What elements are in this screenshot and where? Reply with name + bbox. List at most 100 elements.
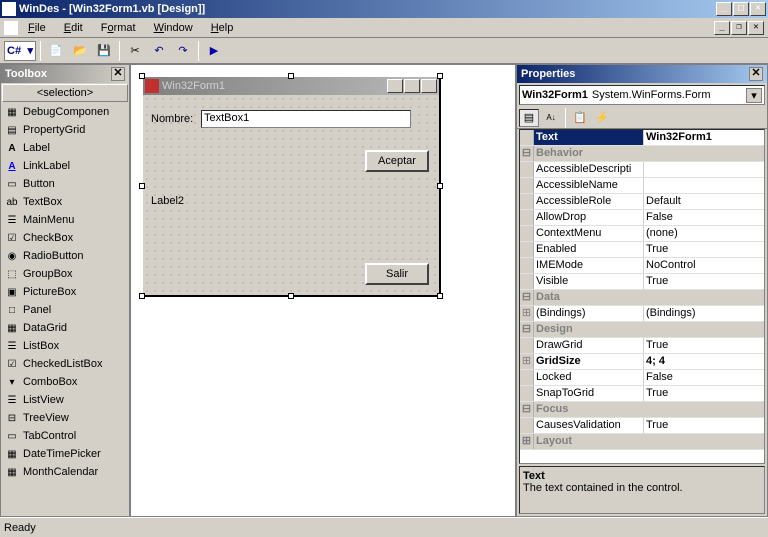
property-value[interactable]: True [644,338,764,353]
maximize-button[interactable]: □ [733,2,749,16]
property-row[interactable]: ⊟Behavior [520,146,764,162]
property-value[interactable]: True [644,242,764,257]
toolbox-item-groupbox[interactable]: ⬚GroupBox [1,265,129,283]
toolbox-item-treeview[interactable]: ⊟TreeView [1,409,129,427]
property-row[interactable]: ⊞GridSize4; 4 [520,354,764,370]
toolbox-item-radiobutton[interactable]: ◉RadioButton [1,247,129,265]
form-body[interactable]: Nombre: TextBox1 Aceptar Label2 Salir [143,95,439,295]
toolbox-item-tabcontrol[interactable]: ▭TabControl [1,427,129,445]
property-row[interactable]: IMEModeNoControl [520,258,764,274]
property-value[interactable]: False [644,370,764,385]
resize-handle[interactable] [288,293,294,299]
properties-close-button[interactable]: ✕ [749,67,763,81]
expand-toggle[interactable]: ⊞ [520,434,534,449]
toolbox-item-propertygrid[interactable]: ▤PropertyGrid [1,121,129,139]
toolbox-item-monthcalendar[interactable]: ▦MonthCalendar [1,463,129,481]
properties-button[interactable]: 📋 [570,109,590,127]
property-row[interactable]: AccessibleRoleDefault [520,194,764,210]
run-button[interactable]: ▶ [203,40,225,62]
property-value[interactable]: True [644,274,764,289]
minimize-button[interactable]: _ [716,2,732,16]
menu-format[interactable]: Format [93,20,144,36]
button-salir[interactable]: Salir [365,263,429,285]
property-row[interactable]: AccessibleName [520,178,764,194]
resize-handle[interactable] [437,73,443,79]
toolbox-item-checkedlistbox[interactable]: ☑CheckedListBox [1,355,129,373]
property-value[interactable]: True [644,418,764,433]
menu-file[interactable]: File [20,20,54,36]
resize-handle[interactable] [437,183,443,189]
menu-window[interactable]: Window [146,20,201,36]
property-row[interactable]: VisibleTrue [520,274,764,290]
property-value[interactable] [644,402,764,417]
property-value[interactable] [644,178,764,193]
form-minimize-button[interactable]: _ [387,79,403,93]
property-row[interactable]: ⊞Layout [520,434,764,450]
form-close-button[interactable]: ✕ [421,79,437,93]
menu-help[interactable]: Help [203,20,242,36]
toolbox-category[interactable]: <selection> [2,84,128,102]
property-row[interactable]: ⊟Design [520,322,764,338]
form-maximize-button[interactable]: □ [404,79,420,93]
close-button[interactable]: ✕ [750,2,766,16]
toolbox-item-checkbox[interactable]: ☑CheckBox [1,229,129,247]
toolbox-item-datetimepicker[interactable]: ▦DateTimePicker [1,445,129,463]
toolbox-item-picturebox[interactable]: ▣PictureBox [1,283,129,301]
property-row[interactable]: AllowDropFalse [520,210,764,226]
toolbox-item-button[interactable]: ▭Button [1,175,129,193]
property-value[interactable]: NoControl [644,258,764,273]
property-value[interactable]: Win32Form1 [644,130,764,145]
property-row[interactable]: DrawGridTrue [520,338,764,354]
property-row[interactable]: SnapToGridTrue [520,386,764,402]
property-value[interactable]: Default [644,194,764,209]
toolbox-item-label[interactable]: ALabel [1,139,129,157]
alphabetical-button[interactable]: A↓ [541,109,561,127]
property-row[interactable]: CausesValidationTrue [520,418,764,434]
textbox1[interactable]: TextBox1 [201,110,411,128]
language-dropdown[interactable]: C#▾ [4,41,36,61]
redo-button[interactable]: ↷ [172,40,194,62]
label2[interactable]: Label2 [151,195,184,207]
resize-handle[interactable] [139,293,145,299]
new-button[interactable]: 📄 [45,40,67,62]
toolbox-item-datagrid[interactable]: ▦DataGrid [1,319,129,337]
resize-handle[interactable] [139,183,145,189]
property-row[interactable]: AccessibleDescripti [520,162,764,178]
toolbox-item-combobox[interactable]: ▾ComboBox [1,373,129,391]
undo-button[interactable]: ↶ [148,40,170,62]
save-button[interactable]: 💾 [93,40,115,62]
design-form[interactable]: Win32Form1 _ □ ✕ Nombre: TextBox1 Acepta… [141,75,441,297]
open-button[interactable]: 📂 [69,40,91,62]
property-value[interactable] [644,146,764,161]
property-row[interactable]: ContextMenu(none) [520,226,764,242]
expand-toggle[interactable]: ⊟ [520,402,534,417]
property-row[interactable]: TextWin32Form1 [520,130,764,146]
mdi-close-button[interactable]: ✕ [748,21,764,35]
property-value[interactable]: True [644,386,764,401]
expand-toggle[interactable]: ⊟ [520,290,534,305]
resize-handle[interactable] [139,73,145,79]
property-value[interactable]: 4; 4 [644,354,764,369]
property-value[interactable] [644,322,764,337]
property-value[interactable]: False [644,210,764,225]
property-value[interactable] [644,162,764,177]
property-row[interactable]: ⊟Focus [520,402,764,418]
toolbox-item-linklabel[interactable]: ALinkLabel [1,157,129,175]
expand-toggle[interactable]: ⊟ [520,322,534,337]
button-aceptar[interactable]: Aceptar [365,150,429,172]
property-value[interactable] [644,434,764,449]
toolbox-item-debugcomponen[interactable]: ▦DebugComponen [1,103,129,121]
designer-surface[interactable]: Win32Form1 _ □ ✕ Nombre: TextBox1 Acepta… [130,64,516,517]
toolbox-item-textbox[interactable]: abTextBox [1,193,129,211]
toolbox-close-button[interactable]: ✕ [111,67,125,81]
expand-toggle[interactable]: ⊞ [520,306,534,321]
property-row[interactable]: LockedFalse [520,370,764,386]
toolbox-item-mainmenu[interactable]: ☰MainMenu [1,211,129,229]
toolbox-item-listview[interactable]: ☰ListView [1,391,129,409]
property-value[interactable] [644,290,764,305]
property-value[interactable]: (Bindings) [644,306,764,321]
cut-button[interactable]: ✂ [124,40,146,62]
categorized-button[interactable]: ▤ [519,109,539,127]
toolbox-item-panel[interactable]: □Panel [1,301,129,319]
events-button[interactable]: ⚡ [592,109,612,127]
